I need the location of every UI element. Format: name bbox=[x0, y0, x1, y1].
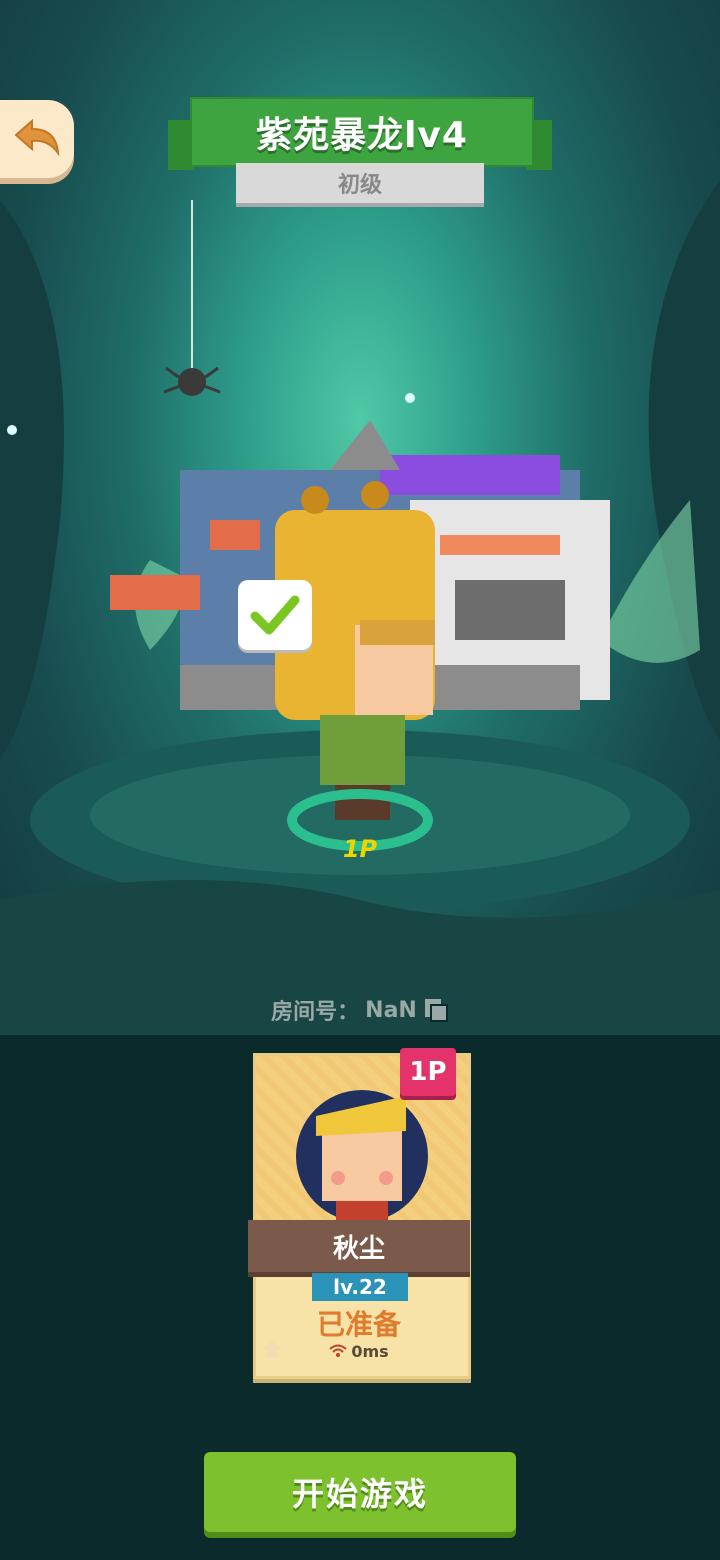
player-name: 秋尘 bbox=[248, 1220, 470, 1277]
character-body bbox=[320, 715, 405, 785]
back-arrow-icon bbox=[14, 119, 60, 157]
ping-indicator: 0ms bbox=[253, 1340, 465, 1362]
checkmark-icon bbox=[250, 595, 300, 635]
cobweb-right bbox=[600, 500, 700, 663]
player-marker-label: 1P bbox=[342, 835, 378, 863]
firefly bbox=[7, 425, 17, 435]
player-level: lv.22 bbox=[312, 1273, 408, 1301]
ready-check-bubble bbox=[238, 580, 312, 650]
back-button[interactable] bbox=[0, 100, 74, 178]
room-number-label: 房间号： bbox=[271, 1000, 360, 1025]
ready-status: 已准备 bbox=[316, 1308, 401, 1341]
room-number: 房间号： NaN bbox=[0, 990, 720, 1030]
wifi-icon bbox=[329, 1344, 347, 1357]
ping-value: 0ms bbox=[351, 1341, 389, 1361]
spider-icon bbox=[178, 368, 206, 396]
start-game-button[interactable]: 开始游戏 bbox=[204, 1452, 516, 1532]
player-slot-badge: 1P bbox=[400, 1048, 456, 1096]
level-title: 紫苑暴龙lv4 bbox=[190, 97, 534, 167]
firefly bbox=[405, 393, 415, 403]
left-wall bbox=[0, 200, 64, 760]
copy-icon[interactable] bbox=[423, 997, 449, 1023]
room-number-value: NaN bbox=[365, 997, 417, 1023]
difficulty-label: 初级 bbox=[236, 163, 484, 207]
